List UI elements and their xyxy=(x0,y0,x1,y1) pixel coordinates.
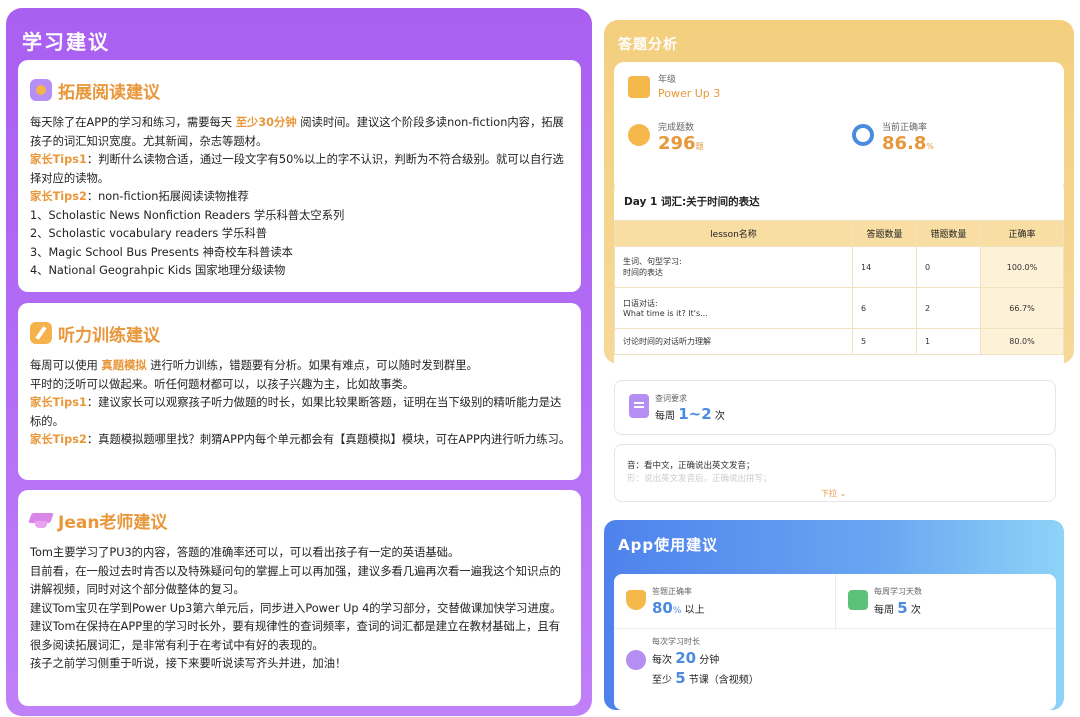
dictionary-icon xyxy=(629,394,649,418)
completed-stat: 完成题数 296题 xyxy=(628,120,704,154)
listening-paragraph: 每周可以使用 真题模拟 进行听力训练，错题要有分析。如果有难点，可以随时发到群里… xyxy=(30,359,478,372)
col-answered: 答题数量 xyxy=(852,220,917,247)
lookup-line: 音：看中文，正确说出英文发音； xyxy=(627,461,755,471)
listening-tip2: 家长Tips2：真题模拟题哪里找？刺猬APP内每个单元都会有【真题模拟】模块，可… xyxy=(30,433,571,446)
table-row: 讨论时间的对话听力理解 5 1 80.0% xyxy=(614,328,1064,355)
teacher-heading: Jean老师建议 xyxy=(58,512,168,533)
listening-paragraph-2: 平时的泛听可以做起来。听任何题材都可以，以孩子兴趣为主，比如故事类。 xyxy=(30,377,415,391)
book-icon xyxy=(30,79,52,101)
session-time-target: 每次学习时长 每次 20 分钟 至少 5 节课（含视频） xyxy=(652,637,759,687)
lesson-table-card: Day 1 词汇:关于时间的表达 lesson名称 答题数量 错题数量 正确率 … xyxy=(614,180,1064,364)
study-advice-panel: 学习建议 拓展阅读建议 每天除了在APP的学习和练习，需要每天 至少30分钟 阅… xyxy=(6,8,592,716)
answer-analysis-panel: 答题分析 年级 Power Up 3 完成题数 296题 当前正确率 86.8%… xyxy=(604,20,1074,364)
lesson-table: lesson名称 答题数量 错题数量 正确率 生词、句型学习: 时间的表达 14 … xyxy=(614,220,1064,355)
teacher-paragraph: 目前看，在一般过去时肯否以及特殊疑问句的掌握上可以再加强，建议多看几遍再次看一遍… xyxy=(30,564,561,597)
col-accuracy: 正确率 xyxy=(980,220,1064,247)
teacher-paragraph: 建议Tom在保持在APP里的学习时长外，要有规律性的查词频率，查词的词汇都是建立… xyxy=(30,620,561,652)
mock-exam-highlight: 真题模拟 xyxy=(101,359,147,372)
weekly-days-target: 每周学习天数 每周 5 次 xyxy=(874,587,922,617)
col-wrong: 错题数量 xyxy=(916,220,981,247)
reading-paragraph: 每天除了在APP的学习和练习，需要每天 至少30分钟 阅读时间。建议这个阶段多读… xyxy=(30,116,564,148)
accuracy-stat: 当前正确率 86.8% xyxy=(852,120,934,154)
book-list-item: 2、Scholastic vocabulary readers 学乐科普 xyxy=(30,227,267,240)
listening-advice-card: 听力训练建议 每周可以使用 真题模拟 进行听力训练，错题要有分析。如果有难点，可… xyxy=(18,303,581,480)
lookup-requirement-card: 查词要求 每周 1~2 次 xyxy=(614,380,1056,435)
divider xyxy=(835,574,836,628)
stats-card: 年级 Power Up 3 完成题数 296题 当前正确率 86.8% xyxy=(614,62,1064,192)
shield-check-icon xyxy=(626,590,646,610)
expand-more-button[interactable]: 下拉 ⌄ xyxy=(821,488,846,499)
teacher-paragraph: 建议Tom宝贝在学到Power Up3第六单元后，同步进入Power Up 4的… xyxy=(30,601,562,615)
lookup-label: 查词要求 xyxy=(655,394,687,403)
listening-heading: 听力训练建议 xyxy=(58,325,160,346)
app-advice-card: 答题正确率 80% 以上 每周学习天数 每周 5 次 每次学习时长 每次 20 … xyxy=(614,574,1056,710)
accuracy-target: 答题正确率 80% 以上 xyxy=(652,587,705,617)
book-list-item: 3、Magic School Bus Presents 神奇校车科普读本 xyxy=(30,245,293,259)
target-icon xyxy=(852,124,874,146)
analysis-title: 答题分析 xyxy=(618,37,678,53)
reading-heading: 拓展阅读建议 xyxy=(58,82,160,103)
trophy-icon xyxy=(628,124,650,146)
listening-tip1: 家长Tips1：建议家长可以观察孩子听力做题的时长，如果比较果断答题，证明在当下… xyxy=(30,396,562,428)
teacher-paragraph: Tom主要学习了PU3的内容，答题的准确率还可以，可以看出孩子有一定的英语基础。 xyxy=(30,546,460,559)
reading-advice-card: 拓展阅读建议 每天除了在APP的学习和练习，需要每天 至少30分钟 阅读时间。建… xyxy=(18,60,581,292)
lookup-line: 形：说出英文发音后，正确说出拼写； xyxy=(627,474,772,484)
reading-tip2: 家长Tips2：non-fiction拓展阅读读物推荐 xyxy=(30,190,249,203)
table-row: 生词、句型学习: 时间的表达 14 0 100.0% xyxy=(614,246,1064,288)
graduation-cap-icon xyxy=(30,509,52,531)
table-row: 口语对话: What time is it? It's... 6 2 66.7% xyxy=(614,287,1064,329)
col-lesson: lesson名称 xyxy=(614,220,853,247)
panel-title: 学习建议 xyxy=(22,30,110,54)
clock-icon xyxy=(626,650,646,670)
teacher-paragraph: 孩子之前学习侧重于听说，接下来要听说读写齐头并进，加油！ xyxy=(30,657,347,670)
chevron-down-icon: ⌄ xyxy=(839,489,847,498)
book-list-item: 1、Scholastic News Nonfiction Readers 学乐科… xyxy=(30,208,345,222)
reading-tip1: 家长Tips1：判断什么读物合适，通过一段文字有50%以上的字不认识，判断为不符… xyxy=(30,153,564,185)
grade-icon xyxy=(628,76,650,98)
day-title: Day 1 词汇:关于时间的表达 xyxy=(624,196,760,208)
grade-stat: 年级 Power Up 3 xyxy=(628,72,720,100)
app-advice-panel: App使用建议 答题正确率 80% 以上 每周学习天数 每周 5 次 每次学习时… xyxy=(604,520,1064,710)
book-list-item: 4、National Geograhpic Kids 国家地理分级读物 xyxy=(30,264,286,277)
min-time-highlight: 至少30分钟 xyxy=(235,116,297,129)
app-advice-title: App使用建议 xyxy=(618,536,719,554)
pencil-icon xyxy=(30,322,52,344)
lookup-value: 每周 1~2 次 xyxy=(655,405,725,423)
calendar-icon xyxy=(848,590,868,610)
lookup-detail-card: 音：看中文，正确说出英文发音； 形：说出英文发音后，正确说出拼写； 下拉 ⌄ xyxy=(614,444,1056,502)
teacher-advice-card: Jean老师建议 Tom主要学习了PU3的内容，答题的准确率还可以，可以看出孩子… xyxy=(18,490,581,706)
divider xyxy=(614,628,1056,629)
